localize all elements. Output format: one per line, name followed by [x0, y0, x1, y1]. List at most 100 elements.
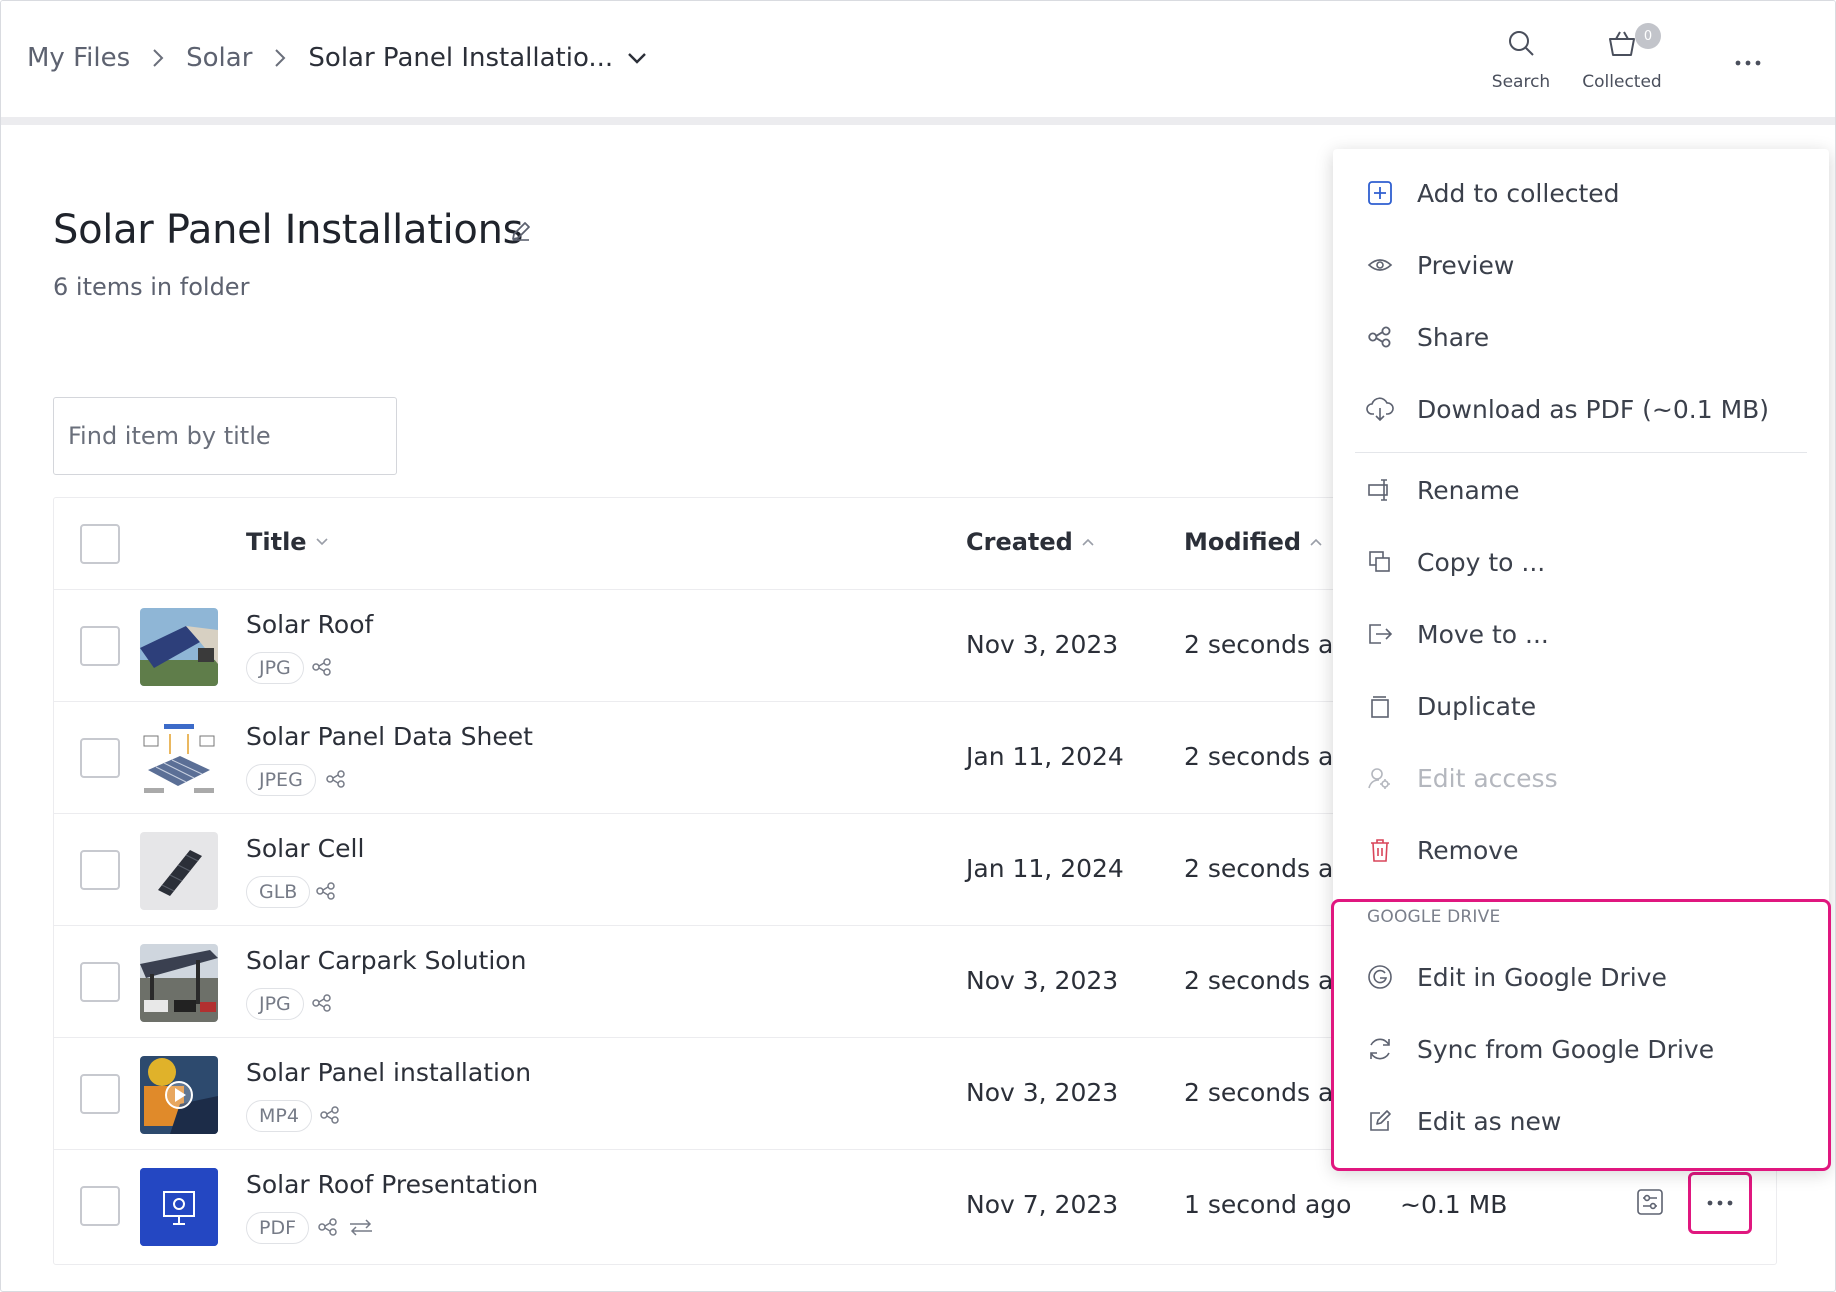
- cloud-download-icon: [1365, 394, 1395, 424]
- column-created[interactable]: Created: [966, 528, 1095, 556]
- menu-item-label: Add to collected: [1417, 178, 1620, 208]
- menu-copy-to[interactable]: Copy to ...: [1333, 526, 1829, 598]
- installation-video-thumbnail: [140, 1056, 218, 1134]
- sort-down-icon: [316, 538, 328, 546]
- eye-icon: [1365, 250, 1395, 280]
- file-type-badge: MP4: [246, 1100, 312, 1132]
- collected-button[interactable]: 0 Collected: [1581, 23, 1663, 92]
- menu-item-label: Share: [1417, 322, 1490, 352]
- breadcrumb-solar[interactable]: Solar: [186, 43, 252, 73]
- menu-item-label: Rename: [1417, 475, 1520, 505]
- row-checkbox[interactable]: [80, 962, 120, 1002]
- row-title[interactable]: Solar Roof: [246, 610, 373, 639]
- basket-icon: [1607, 29, 1637, 62]
- google-drive-section-highlight: [1331, 899, 1831, 1171]
- menu-item-label: Move to ...: [1417, 619, 1549, 649]
- menu-edit-access[interactable]: Edit access: [1333, 742, 1829, 814]
- column-title-label: Title: [246, 528, 307, 556]
- file-type-badge: PDF: [246, 1212, 310, 1244]
- search-button[interactable]: Search: [1485, 29, 1557, 92]
- column-modified-label: Modified: [1184, 528, 1302, 556]
- collected-label: Collected: [1582, 72, 1662, 92]
- chevron-right-icon: [274, 48, 286, 68]
- menu-item-label: Download as PDF (~0.1 MB): [1417, 394, 1770, 424]
- file-type-badge: JPG: [246, 988, 304, 1020]
- top-bar: My Files Solar Solar Panel Installatio..…: [1, 1, 1835, 125]
- row-title[interactable]: Solar Carpark Solution: [246, 946, 526, 975]
- select-all-checkbox[interactable]: [80, 524, 120, 564]
- row-more-options-button[interactable]: [1688, 1172, 1752, 1234]
- solar-roof-thumbnail: [140, 608, 218, 686]
- solar-cell-thumbnail: [140, 832, 218, 910]
- sort-up-icon: [1310, 538, 1322, 546]
- page-title: Solar Panel Installations: [53, 207, 524, 253]
- menu-divider: [1355, 452, 1807, 453]
- row-checkbox[interactable]: [80, 1074, 120, 1114]
- trash-icon: [1365, 835, 1395, 865]
- shared-icon: [312, 658, 332, 680]
- duplicate-icon: [1365, 691, 1395, 721]
- search-label: Search: [1491, 72, 1551, 92]
- column-created-label: Created: [966, 528, 1073, 556]
- access-icon: [1365, 763, 1395, 793]
- column-modified[interactable]: Modified: [1184, 528, 1323, 556]
- folder-item-count: 6 items in folder: [53, 273, 250, 301]
- google-drive-section-label: GOOGLE DRIVE: [1367, 907, 1501, 927]
- menu-item-label: Duplicate: [1417, 691, 1537, 721]
- app-window: My Files Solar Solar Panel Installatio..…: [0, 0, 1836, 1292]
- shared-icon: [312, 994, 332, 1016]
- row-created: Nov 3, 2023: [966, 1078, 1119, 1107]
- menu-download-pdf[interactable]: Download as PDF (~0.1 MB): [1333, 373, 1829, 445]
- breadcrumb-my-files[interactable]: My Files: [27, 43, 130, 73]
- row-checkbox[interactable]: [80, 1186, 120, 1226]
- data-sheet-thumbnail: [140, 720, 218, 798]
- menu-preview[interactable]: Preview: [1333, 229, 1829, 301]
- find-item-input[interactable]: [53, 397, 397, 475]
- settings-sliders-icon[interactable]: [1636, 1188, 1664, 1220]
- menu-item-label: Preview: [1417, 250, 1515, 280]
- shared-icon: [320, 1106, 340, 1128]
- breadcrumb-current-folder[interactable]: Solar Panel Installatio...: [308, 43, 613, 73]
- shared-icon: [318, 1218, 338, 1240]
- rename-icon: [1365, 475, 1395, 505]
- file-type-badge: GLB: [246, 876, 311, 908]
- row-created: Jan 11, 2024: [966, 854, 1124, 883]
- row-checkbox[interactable]: [80, 850, 120, 890]
- row-created: Nov 3, 2023: [966, 966, 1119, 995]
- search-icon: [1507, 29, 1535, 62]
- plus-square-icon: [1365, 178, 1395, 208]
- row-title[interactable]: Solar Panel installation: [246, 1058, 531, 1087]
- row-checkbox[interactable]: [80, 738, 120, 778]
- menu-item-label: Copy to ...: [1417, 547, 1546, 577]
- collected-count-badge: 0: [1635, 23, 1661, 49]
- menu-remove[interactable]: Remove: [1333, 814, 1829, 886]
- edit-title-icon[interactable]: [509, 219, 533, 247]
- file-type-badge: JPG: [246, 652, 304, 684]
- share-icon: [1365, 322, 1395, 352]
- row-title[interactable]: Solar Cell: [246, 834, 364, 863]
- file-type-badge: JPEG: [246, 764, 316, 796]
- sync-arrows-icon: [348, 1218, 374, 1240]
- menu-item-label: Remove: [1417, 835, 1519, 865]
- menu-share[interactable]: Share: [1333, 301, 1829, 373]
- row-title[interactable]: Solar Roof Presentation: [246, 1170, 538, 1199]
- row-title[interactable]: Solar Panel Data Sheet: [246, 722, 533, 751]
- menu-item-label: Edit access: [1417, 763, 1558, 793]
- row-created: Nov 3, 2023: [966, 630, 1119, 659]
- chevron-down-icon[interactable]: [627, 52, 647, 64]
- menu-rename[interactable]: Rename: [1333, 454, 1829, 526]
- row-created: Nov 7, 2023: [966, 1190, 1119, 1219]
- row-checkbox[interactable]: [80, 626, 120, 666]
- shared-icon: [316, 882, 336, 904]
- column-title[interactable]: Title: [246, 528, 329, 556]
- chevron-right-icon: [152, 48, 164, 68]
- move-icon: [1365, 619, 1395, 649]
- row-size: ~0.1 MB: [1400, 1190, 1508, 1219]
- menu-move-to[interactable]: Move to ...: [1333, 598, 1829, 670]
- menu-add-to-collected[interactable]: Add to collected: [1333, 157, 1829, 229]
- more-options-icon[interactable]: [1727, 47, 1769, 79]
- breadcrumb: My Files Solar Solar Panel Installatio..…: [27, 43, 647, 73]
- shared-icon: [326, 770, 346, 792]
- row-modified: 1 second ago: [1184, 1190, 1352, 1219]
- menu-duplicate[interactable]: Duplicate: [1333, 670, 1829, 742]
